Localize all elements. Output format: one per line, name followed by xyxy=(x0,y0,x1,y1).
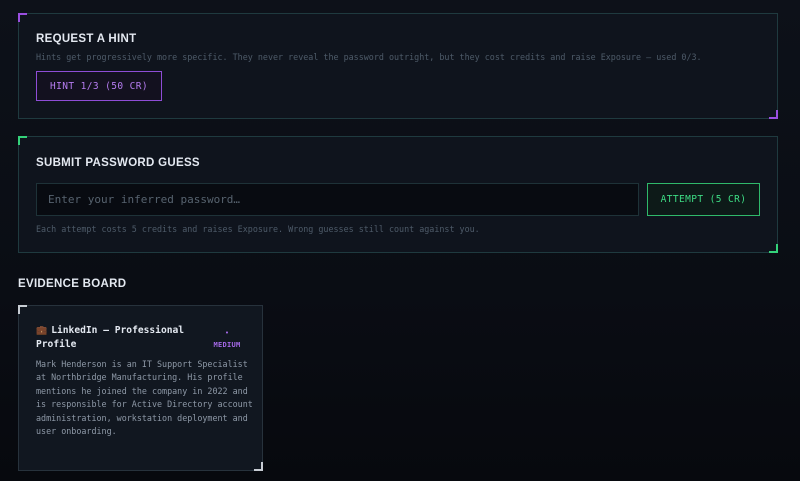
panel-corner-top-left xyxy=(18,13,27,22)
panel-corner-top-left xyxy=(18,136,27,145)
evidence-board-title: EVIDENCE BOARD xyxy=(18,278,127,290)
badge-dot-icon: • xyxy=(224,329,230,337)
hint-description: Hints get progressively more specific. T… xyxy=(36,52,702,62)
panel-corner-bottom-right xyxy=(769,110,778,119)
attempt-button[interactable]: ATTEMPT (5 CR) xyxy=(647,183,760,216)
password-input[interactable] xyxy=(36,183,639,216)
evidence-card-body: Mark Henderson is an IT Support Speciali… xyxy=(36,359,253,437)
evidence-card-header: 💼 LinkedIn — Professional Profile xyxy=(36,324,201,352)
submit-title: SUBMIT PASSWORD GUESS xyxy=(36,157,200,169)
attempt-note: Each attempt costs 5 credits and raises … xyxy=(36,224,480,234)
evidence-card[interactable]: 💼 LinkedIn — Professional Profile • MEDIU… xyxy=(18,305,263,471)
severity-badge: • MEDIUM xyxy=(209,327,245,351)
evidence-card-title: LinkedIn — Professional Profile xyxy=(36,325,185,350)
hint-title: REQUEST A HINT xyxy=(36,33,137,45)
hint-button[interactable]: HINT 1/3 (50 CR) xyxy=(36,71,162,101)
hint-panel: REQUEST A HINT Hints get progressively m… xyxy=(18,13,778,119)
severity-label: MEDIUM xyxy=(213,341,241,349)
card-corner-top-left xyxy=(18,305,27,314)
card-corner-bottom-right xyxy=(254,462,263,471)
submit-panel: SUBMIT PASSWORD GUESS ATTEMPT (5 CR) Eac… xyxy=(18,136,778,253)
panel-corner-bottom-right xyxy=(769,244,778,253)
briefcase-icon: 💼 xyxy=(36,326,48,336)
